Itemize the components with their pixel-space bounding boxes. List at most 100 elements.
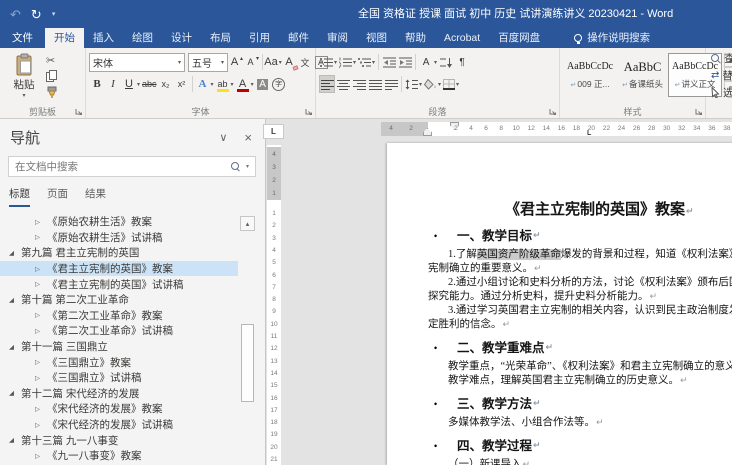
- nav-item[interactable]: ▷《第二次工业革命》教案: [0, 308, 238, 324]
- replace-button[interactable]: ⇄ 替换: [709, 67, 732, 84]
- find-button[interactable]: 查找 ▾: [709, 50, 732, 67]
- doc-text-line[interactable]: 宪制确立的重要意义。↵: [387, 262, 732, 276]
- align-center-button[interactable]: [335, 75, 351, 93]
- nav-item[interactable]: ▷《三国鼎立》试讲稿: [0, 370, 238, 386]
- font-size-combobox[interactable]: 五号 ▾: [188, 53, 228, 72]
- multilevel-list-button[interactable]: ▾: [357, 53, 376, 71]
- style-card[interactable]: AaBbCcDc↵009 正...: [563, 53, 617, 97]
- collapse-triangle-icon[interactable]: ◢: [9, 249, 21, 257]
- collapse-triangle-icon[interactable]: ◢: [9, 389, 21, 397]
- nav-tab-页面[interactable]: 页面: [47, 186, 68, 207]
- doc-heading[interactable]: •二、教学重难点↵: [387, 340, 732, 356]
- expand-triangle-icon[interactable]: ▷: [35, 374, 47, 382]
- nav-item[interactable]: ▷《原始农耕生活》试讲稿: [0, 230, 238, 246]
- menu-tab-开始[interactable]: 开始: [45, 28, 84, 48]
- shrink-font-button[interactable]: A▾: [244, 53, 260, 71]
- menu-tab-布局[interactable]: 布局: [201, 28, 240, 48]
- distribute-button[interactable]: [383, 75, 399, 93]
- doc-heading[interactable]: •三、教学方法↵: [387, 396, 732, 412]
- nav-tab-标题[interactable]: 标题: [9, 186, 30, 207]
- nav-search-box[interactable]: ▾: [8, 156, 256, 177]
- expand-triangle-icon[interactable]: ▷: [35, 452, 47, 460]
- search-input[interactable]: [15, 161, 227, 173]
- collapse-triangle-icon[interactable]: ◢: [9, 296, 21, 304]
- nav-item[interactable]: ◢第十二篇 宋代经济的发展: [0, 386, 238, 402]
- expand-triangle-icon[interactable]: ▷: [35, 218, 47, 226]
- expand-triangle-icon[interactable]: ▷: [35, 405, 47, 413]
- nav-item[interactable]: ▷《第二次工业革命》试讲稿: [0, 323, 238, 339]
- copy-button[interactable]: [45, 68, 61, 84]
- undo-icon[interactable]: ↶: [10, 8, 21, 21]
- redo-icon[interactable]: ↻: [31, 8, 42, 21]
- search-icon[interactable]: [231, 162, 241, 172]
- tab-selector[interactable]: L: [263, 124, 284, 139]
- expand-triangle-icon[interactable]: ▷: [35, 327, 47, 335]
- show-hide-marks-button[interactable]: ¶: [454, 53, 470, 71]
- expand-triangle-icon[interactable]: ▷: [35, 358, 47, 366]
- doc-title[interactable]: 《君主立宪制的英国》教案↵: [387, 200, 732, 220]
- menu-tab-操作说明搜索[interactable]: 操作说明搜索: [565, 28, 659, 48]
- paste-button[interactable]: 粘贴 ▾: [3, 50, 45, 105]
- italic-button[interactable]: I: [105, 75, 121, 93]
- nav-item[interactable]: ▷《君主立宪制的英国》试讲稿: [0, 276, 238, 292]
- font-color-button[interactable]: A▾: [235, 75, 255, 93]
- font-dialog-launcher-icon[interactable]: [305, 108, 313, 116]
- menu-tab-设计[interactable]: 设计: [162, 28, 201, 48]
- menu-tab-邮件[interactable]: 邮件: [279, 28, 318, 48]
- expand-triangle-icon[interactable]: ▷: [35, 311, 47, 319]
- decrease-indent-button[interactable]: [381, 53, 397, 71]
- nav-close-icon[interactable]: ×: [244, 130, 252, 145]
- nav-item[interactable]: ◢第十一篇 三国鼎立: [0, 339, 238, 355]
- align-left-button[interactable]: [319, 75, 335, 93]
- align-right-button[interactable]: [351, 75, 367, 93]
- phonetic-guide-button[interactable]: 文: [297, 53, 313, 71]
- doc-text-line[interactable]: 探究能力。通过分析史料，提升史料分析能力。↵: [387, 290, 732, 304]
- nav-item[interactable]: ▷《原始农耕生活》教案: [0, 214, 238, 230]
- bullet-list-button[interactable]: ▾: [319, 53, 338, 71]
- menu-tab-Acrobat[interactable]: Acrobat: [435, 28, 489, 48]
- doc-text-line[interactable]: 多媒体教学法、小组合作法等。↵: [387, 416, 732, 430]
- strikethrough-button[interactable]: abc: [141, 75, 158, 93]
- style-card[interactable]: AaBbC↵备课纸头: [618, 53, 667, 97]
- select-button[interactable]: 选择 ▾: [709, 84, 732, 101]
- nav-item[interactable]: ▷《宋代经济的发展》试讲稿: [0, 417, 238, 433]
- doc-text-line[interactable]: 定胜利的信念。↵: [387, 318, 732, 332]
- horizontal-ruler[interactable]: L 422468101214161820222426283032343638: [381, 122, 732, 136]
- nav-scrollbar[interactable]: ▴: [240, 214, 255, 465]
- doc-text-line[interactable]: 教学重点，“光荣革命”、《权利法案》和君主立宪制确立的意义。↵: [387, 360, 732, 374]
- menu-tab-引用[interactable]: 引用: [240, 28, 279, 48]
- format-painter-button[interactable]: [45, 84, 61, 100]
- nav-tab-结果[interactable]: 结果: [85, 186, 106, 207]
- clear-formatting-button[interactable]: A: [281, 53, 297, 71]
- enclose-characters-button[interactable]: 字: [271, 75, 287, 93]
- document-page[interactable]: 《君主立宪制的英国》教案↵•一、教学目标↵1.了解英国资产阶级革命爆发的背景和过…: [387, 143, 732, 465]
- text-effects-button[interactable]: A▾: [195, 75, 215, 93]
- expand-triangle-icon[interactable]: ▷: [35, 233, 47, 241]
- nav-item[interactable]: ▷《三国鼎立》教案: [0, 354, 238, 370]
- asian-layout-button[interactable]: A▾: [418, 53, 438, 71]
- clipboard-dialog-launcher-icon[interactable]: [75, 108, 83, 116]
- justify-button[interactable]: [367, 75, 383, 93]
- doc-text-line[interactable]: 2.通过小组讨论和史料分析的方法，讨论《权利法案》颁布后国王权力的变化，: [387, 276, 732, 290]
- paragraph-dialog-launcher-icon[interactable]: [549, 108, 557, 116]
- expand-triangle-icon[interactable]: ▷: [35, 265, 47, 273]
- doc-text-line[interactable]: 3.通过学习英国君主立宪制的相关内容，认识到民主政治制度发展的曲折性，树: [387, 304, 732, 318]
- nav-item[interactable]: ◢第十三篇 九一八事变: [0, 432, 238, 448]
- menu-tab-绘图[interactable]: 绘图: [123, 28, 162, 48]
- doc-text-line[interactable]: （一）新课导入↵: [387, 458, 732, 465]
- numbered-list-button[interactable]: ▾: [338, 53, 357, 71]
- borders-button[interactable]: ▾: [442, 75, 460, 93]
- vertical-ruler[interactable]: 4321123456789101112131415161718192021: [267, 145, 281, 465]
- shading-button[interactable]: ▾: [423, 75, 442, 93]
- doc-heading[interactable]: •一、教学目标↵: [387, 228, 732, 244]
- sort-button[interactable]: [438, 53, 454, 71]
- nav-item[interactable]: ▷《九一八事变》教案: [0, 448, 238, 464]
- subscript-button[interactable]: x₂: [158, 75, 174, 93]
- menu-tab-插入[interactable]: 插入: [84, 28, 123, 48]
- line-spacing-button[interactable]: ▾: [404, 75, 423, 93]
- bold-button[interactable]: B: [89, 75, 105, 93]
- change-case-button[interactable]: Aa▾: [265, 53, 281, 71]
- customize-quick-access-icon[interactable]: ▾: [52, 11, 56, 18]
- doc-heading[interactable]: •四、教学过程↵: [387, 438, 732, 454]
- menu-tab-帮助[interactable]: 帮助: [396, 28, 435, 48]
